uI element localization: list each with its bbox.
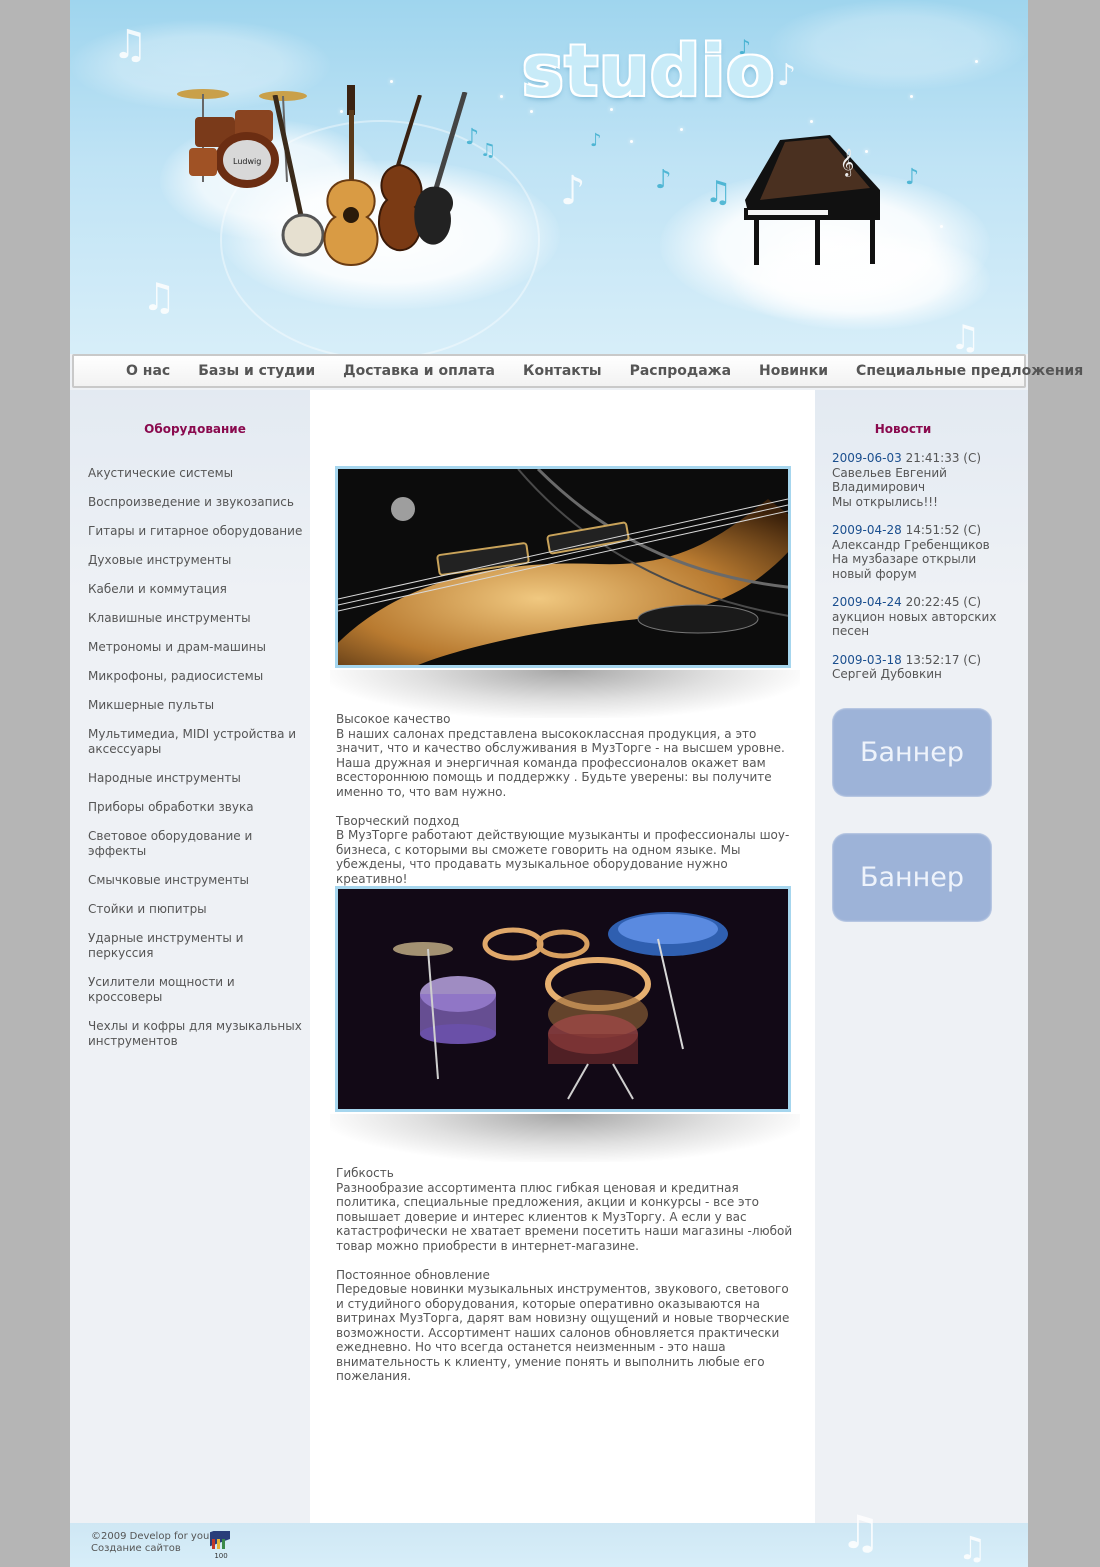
- main-content: Высокое качество В наших салонах предста…: [310, 390, 815, 1523]
- news-title: Новости: [874, 422, 932, 436]
- news-author: Савельев Евгений Владимирович: [832, 465, 947, 495]
- svg-text:Ludwig: Ludwig: [233, 157, 261, 166]
- sidebar-item-guitars[interactable]: Гитары и гитарное оборудование: [88, 524, 303, 539]
- section-heading: Гибкость: [336, 1166, 394, 1180]
- nav-item-contacts[interactable]: Контакты: [523, 363, 602, 379]
- news-date[interactable]: 2009-04-24: [832, 595, 902, 609]
- drums-photo: [335, 886, 791, 1112]
- nav-item-special-offers[interactable]: Специальные предложения: [856, 363, 1083, 379]
- sidebar-item-keyboards[interactable]: Клавишные инструменты: [88, 611, 303, 626]
- sidebar-item-lighting[interactable]: Световое оборудование и эффекты: [88, 829, 303, 859]
- banner-1[interactable]: Баннер: [832, 708, 992, 797]
- news-author: Александр Гребенщиков: [832, 537, 990, 552]
- text-block-1: Высокое качество В наших салонах предста…: [336, 712, 794, 901]
- section-text: В МузТорге работают действующие музыкант…: [336, 828, 790, 886]
- footer-badge-text: 100: [214, 1552, 227, 1559]
- sidebar-item-acoustic-systems[interactable]: Акустические системы: [88, 466, 303, 481]
- news-date[interactable]: 2009-06-03: [832, 451, 902, 465]
- nav-item-new-arrivals[interactable]: Новинки: [759, 363, 828, 379]
- piano-icon: 𝄞: [744, 135, 880, 265]
- banner-2[interactable]: Баннер: [832, 833, 992, 922]
- section-heading: Творческий подход: [336, 813, 460, 828]
- music-note-icon: ♪: [655, 165, 672, 195]
- header-banner: ♫ ♫ ♪ ♫ ♪ ♪ ♫ ♪ ♫ ♪ ♪ ♪ studio Ludwig 𝄞: [70, 0, 1028, 354]
- music-note-icon: ♫: [142, 275, 177, 319]
- sidebar-item-percussion[interactable]: Ударные инструменты и перкуссия: [88, 931, 303, 961]
- footer: ©2009 Develop for you Создание сайтов 10…: [70, 1505, 1028, 1567]
- sidebar-news: Новости 2009-06-03 21:41:33 (C) Савельев…: [815, 390, 1028, 1523]
- music-note-icon: ♫: [480, 140, 497, 161]
- sidebar-item-cases[interactable]: Чехлы и кофры для музыкальных инструмент…: [84, 1019, 303, 1049]
- news-time: 13:52:17 (C): [905, 652, 982, 667]
- news-text: Мы открылись!!!: [832, 494, 938, 509]
- footer-badge-icon[interactable]: 100: [208, 1524, 234, 1560]
- text-block-2: Гибкость Разнообразие ассортимента плюс …: [336, 1166, 794, 1398]
- nav-item-bases-studios[interactable]: Базы и студии: [198, 363, 315, 379]
- sidebar-item-amplifiers[interactable]: Усилители мощности и кроссоверы: [88, 975, 303, 1005]
- news-date[interactable]: 2009-03-18: [832, 653, 902, 667]
- sidebar-item-wind-instruments[interactable]: Духовые инструменты: [88, 553, 303, 568]
- sidebar-item-folk-instruments[interactable]: Народные инструменты: [88, 771, 303, 786]
- electric-guitar-icon: [414, 92, 468, 245]
- section-heading: Постоянное обновление: [336, 1267, 490, 1282]
- sidebar-categories: Оборудование Акустические системы Воспро…: [70, 390, 310, 1523]
- sidebar-item-multimedia-midi[interactable]: Мультимедиа, MIDI устройства и аксессуар…: [84, 727, 303, 757]
- footer-line-1: ©2009 Develop for you: [91, 1531, 210, 1542]
- sidebar-item-metronomes[interactable]: Метрономы и драм-машины: [88, 640, 303, 655]
- category-list: Акустические системы Воспроизведение и з…: [88, 464, 303, 1063]
- music-note-icon: ♫: [705, 175, 732, 210]
- news-date[interactable]: 2009-04-28: [832, 523, 902, 537]
- sidebar-item-playback-recording[interactable]: Воспроизведение и звукозапись: [88, 495, 303, 510]
- sidebar-item-sound-processors[interactable]: Приборы обработки звука: [88, 800, 303, 815]
- music-note-icon: ♫: [958, 1529, 987, 1567]
- news-time: 20:22:45 (C): [905, 595, 982, 609]
- news-text: На музбазаре открыли новый форум: [832, 552, 977, 581]
- sidebar-item-stands[interactable]: Стойки и пюпитры: [88, 902, 303, 917]
- page: ♫ ♫ ♪ ♫ ♪ ♪ ♫ ♪ ♫ ♪ ♪ ♪ studio Ludwig 𝄞 …: [70, 0, 1083, 1567]
- news-text: аукцион новых авторских песен: [832, 609, 997, 639]
- studio-logo: studio: [522, 30, 776, 112]
- sidebar-item-microphones[interactable]: Микрофоны, радиосистемы: [88, 669, 303, 684]
- sidebar-item-cables[interactable]: Кабели и коммутация: [88, 582, 303, 597]
- news-item[interactable]: 2009-04-24 20:22:45 (C) аукцион новых ав…: [832, 595, 1017, 639]
- music-note-icon: ♫: [840, 1505, 882, 1559]
- music-note-icon: ♪: [590, 130, 602, 151]
- sidebar-title: Оборудование: [144, 422, 246, 436]
- section-heading: Высокое качество: [336, 712, 451, 726]
- section-text: В наших салонах представлена высококласс…: [336, 726, 785, 799]
- music-note-icon: ♪: [777, 58, 797, 93]
- news-time: 21:41:33 (C): [905, 451, 982, 465]
- sidebar-item-mixers[interactable]: Микшерные пульты: [88, 698, 303, 713]
- section-text: Разнообразие ассортимента плюс гибкая це…: [336, 1180, 793, 1253]
- sidebar-item-bowed-instruments[interactable]: Смычковые инструменты: [88, 873, 303, 888]
- news-list: 2009-06-03 21:41:33 (C) Савельев Евгений…: [832, 451, 1017, 696]
- guitar-photo: [335, 466, 791, 668]
- section-text: Передовые новинки музыкальных инструмент…: [336, 1282, 790, 1383]
- news-time: 14:51:52 (C): [905, 523, 982, 537]
- footer-line-2[interactable]: Создание сайтов: [91, 1543, 209, 1555]
- news-item[interactable]: 2009-04-28 14:51:52 (C) Александр Гребен…: [832, 523, 1017, 581]
- news-item[interactable]: 2009-06-03 21:41:33 (C) Савельев Евгений…: [832, 451, 1017, 509]
- svg-text:𝄞: 𝄞: [840, 148, 854, 177]
- main-nav: О нас Базы и студии Доставка и оплата Ко…: [72, 354, 1083, 388]
- music-note-icon: ♫: [950, 318, 981, 354]
- news-author: Сергей Дубовкин: [832, 667, 942, 681]
- music-note-icon: ♪: [560, 168, 586, 214]
- nav-item-delivery-payment[interactable]: Доставка и оплата: [343, 363, 495, 379]
- nav-item-sale[interactable]: Распродажа: [630, 363, 731, 379]
- news-item[interactable]: 2009-03-18 13:52:17 (C) Сергей Дубовкин: [832, 653, 1017, 682]
- nav-item-about[interactable]: О нас: [126, 363, 170, 379]
- footer-copyright: ©2009 Develop for you Создание сайтов: [91, 1531, 209, 1555]
- music-note-icon: ♪: [905, 165, 920, 190]
- music-note-icon: ♫: [112, 22, 148, 68]
